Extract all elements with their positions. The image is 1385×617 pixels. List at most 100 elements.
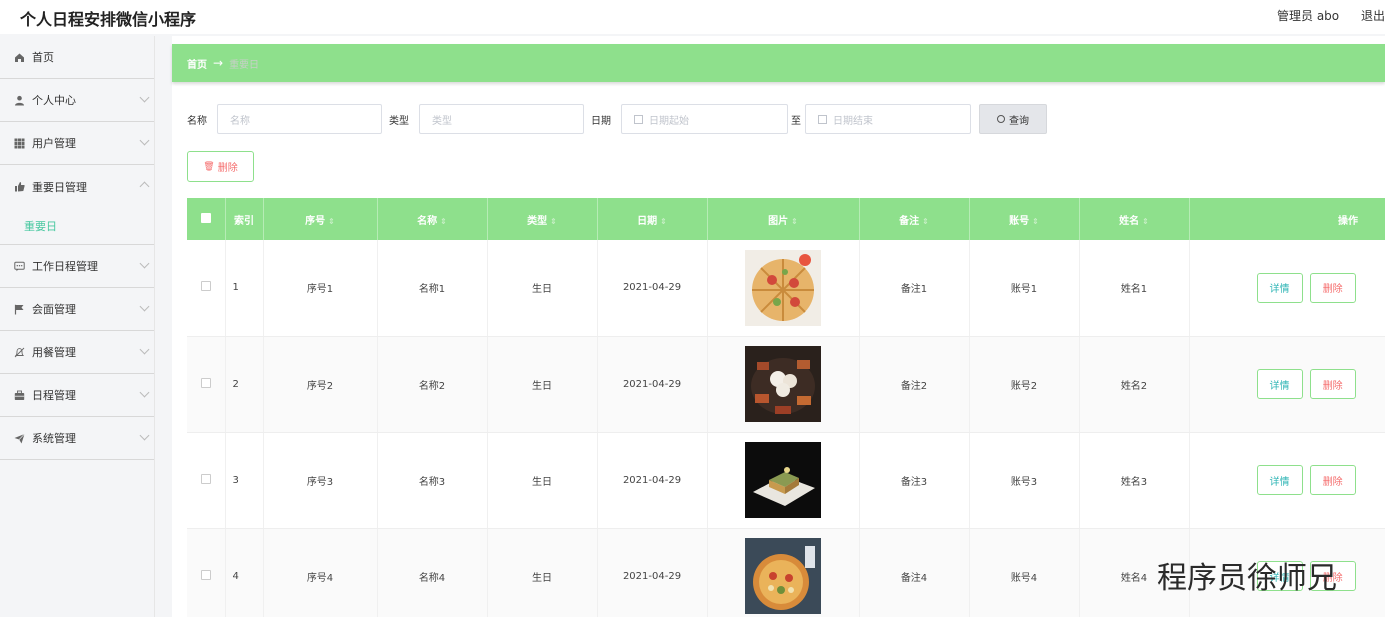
row-select-cell[interactable] bbox=[187, 336, 226, 433]
cell-seq: 序号2 bbox=[263, 336, 378, 433]
row-select-cell[interactable] bbox=[187, 528, 226, 617]
cell-name: 名称3 bbox=[377, 432, 488, 529]
sidebar-item-label: 首页 bbox=[32, 51, 54, 64]
header-label: 名称 bbox=[417, 215, 438, 227]
header-label: 备注 bbox=[899, 215, 920, 227]
header-label: 姓名 bbox=[1119, 215, 1140, 227]
sort-icon: ⇕ bbox=[922, 216, 929, 226]
cell-image bbox=[707, 336, 860, 433]
header-note[interactable]: 备注 ⇕ bbox=[859, 198, 970, 240]
grid-icon bbox=[12, 136, 26, 150]
search-form: 名称 名称 类型 类型 日期 日期起始 至 日期结束 查询 bbox=[187, 104, 1287, 134]
chevron-down-icon bbox=[139, 344, 150, 355]
row-checkbox[interactable] bbox=[200, 377, 211, 388]
sidebar-item-dining[interactable]: 用餐管理 bbox=[0, 331, 154, 374]
to-label: 至 bbox=[791, 116, 801, 127]
sidebar-item-label: 日程管理 bbox=[32, 389, 76, 402]
name-label: 名称 bbox=[187, 116, 207, 127]
header-date[interactable]: 日期 ⇕ bbox=[597, 198, 708, 240]
food-image[interactable] bbox=[745, 442, 821, 518]
header-seq[interactable]: 序号 ⇕ bbox=[263, 198, 378, 240]
briefcase-icon bbox=[12, 388, 26, 402]
sidebar-item-label: 个人中心 bbox=[32, 94, 76, 107]
chevron-down-icon bbox=[139, 92, 150, 103]
select-all-checkbox[interactable] bbox=[200, 212, 211, 223]
breadcrumb-home[interactable]: 首页 bbox=[187, 56, 207, 71]
cell-name: 名称2 bbox=[377, 336, 488, 433]
watermark: 程序员徐师兄 bbox=[1157, 561, 1337, 596]
header-type[interactable]: 类型 ⇕ bbox=[487, 198, 598, 240]
cell-note: 备注3 bbox=[859, 432, 970, 529]
header-account[interactable]: 账号 ⇕ bbox=[969, 198, 1080, 240]
sidebar-item-important-days[interactable]: 重要日管理 bbox=[0, 165, 154, 208]
query-button[interactable]: 查询 bbox=[979, 104, 1047, 134]
cell-date: 2021-04-29 bbox=[597, 528, 708, 617]
table-row: 1 序号1 名称1 生日 2021-04-29 备注1 账号1 姓名1 详情 删… bbox=[187, 240, 1385, 337]
breadcrumb: 首页 → 重要日 bbox=[172, 44, 1385, 82]
cell-account: 账号3 bbox=[969, 432, 1080, 529]
sidebar-item-user-management[interactable]: 用户管理 bbox=[0, 122, 154, 165]
cell-note: 备注4 bbox=[859, 528, 970, 617]
date-start-input[interactable]: 日期起始 bbox=[621, 104, 788, 134]
send-icon bbox=[12, 431, 26, 445]
name-input[interactable]: 名称 bbox=[217, 104, 382, 134]
type-input[interactable]: 类型 bbox=[419, 104, 584, 134]
sort-icon: ⇕ bbox=[660, 216, 667, 226]
food-image[interactable] bbox=[745, 538, 821, 614]
header-image[interactable]: 图片 ⇕ bbox=[707, 198, 860, 240]
sidebar-item-work-schedule[interactable]: 工作日程管理 bbox=[0, 245, 154, 288]
cell-seq: 序号4 bbox=[263, 528, 378, 617]
cell-actions: 详情 删除 bbox=[1189, 336, 1385, 433]
row-delete-button[interactable]: 删除 bbox=[1309, 272, 1356, 303]
query-button-label: 查询 bbox=[1009, 115, 1029, 127]
chevron-up-icon bbox=[139, 181, 150, 192]
sidebar-item-label: 工作日程管理 bbox=[32, 260, 98, 273]
row-checkbox[interactable] bbox=[200, 281, 211, 292]
sidebar-item-meeting[interactable]: 会面管理 bbox=[0, 288, 154, 331]
chevron-down-icon bbox=[139, 135, 150, 146]
cell-type: 生日 bbox=[487, 336, 598, 433]
row-checkbox[interactable] bbox=[200, 473, 211, 484]
table-row: 3 序号3 名称3 生日 2021-04-29 备注3 账号3 姓名3 详情 删… bbox=[187, 432, 1385, 529]
sidebar-item-system[interactable]: 系统管理 bbox=[0, 417, 154, 460]
row-select-cell[interactable] bbox=[187, 432, 226, 529]
cell-image bbox=[707, 528, 860, 617]
trash-icon: 🗑 bbox=[203, 161, 215, 172]
header-actions: 操作 bbox=[1189, 198, 1385, 240]
detail-button[interactable]: 详情 bbox=[1256, 272, 1303, 303]
cell-index: 1 bbox=[225, 240, 264, 337]
sidebar-item-home[interactable]: 首页 bbox=[0, 36, 154, 79]
select-all-cell[interactable] bbox=[187, 198, 226, 240]
bulk-delete-button[interactable]: 🗑 删除 bbox=[187, 151, 254, 182]
header-name[interactable]: 名称 ⇕ bbox=[377, 198, 488, 240]
home-icon bbox=[12, 50, 26, 64]
table-row: 2 序号2 名称2 生日 2021-04-29 备注2 账号2 姓名2 详情 删… bbox=[187, 336, 1385, 433]
detail-button[interactable]: 详情 bbox=[1256, 465, 1303, 495]
sidebar-item-schedule[interactable]: 日程管理 bbox=[0, 374, 154, 417]
row-delete-button[interactable]: 删除 bbox=[1309, 369, 1356, 399]
cell-actions: 详情 删除 bbox=[1189, 240, 1385, 337]
user-label[interactable]: 管理员 abo bbox=[1277, 9, 1339, 23]
header-label: 类型 bbox=[527, 215, 548, 227]
detail-button[interactable]: 详情 bbox=[1256, 369, 1303, 399]
row-select-cell[interactable] bbox=[187, 240, 226, 337]
logout-button[interactable]: 退出 bbox=[1361, 9, 1385, 23]
cell-note: 备注1 bbox=[859, 240, 970, 337]
food-image[interactable] bbox=[745, 249, 821, 326]
bulk-delete-label: 删除 bbox=[217, 163, 238, 174]
sidebar-item-personal-center[interactable]: 个人中心 bbox=[0, 79, 154, 122]
date-label: 日期 bbox=[591, 116, 611, 127]
header-label: 序号 bbox=[305, 215, 326, 227]
cell-date: 2021-04-29 bbox=[597, 240, 708, 337]
sidebar-item-label: 用餐管理 bbox=[32, 346, 76, 359]
date-end-input[interactable]: 日期结束 bbox=[805, 104, 971, 134]
header-person[interactable]: 姓名 ⇕ bbox=[1079, 198, 1190, 240]
date-end-placeholder: 日期结束 bbox=[833, 115, 873, 127]
row-checkbox[interactable] bbox=[200, 569, 211, 580]
table-header-row: 索引 序号 ⇕ 名称 ⇕ 类型 ⇕ 日期 ⇕ 图片 ⇕ 备注 ⇕ 账号 ⇕ 姓名 ⇕ 操作 bbox=[187, 198, 1385, 240]
row-delete-button[interactable]: 删除 bbox=[1309, 465, 1356, 495]
sidebar-item-label: 用户管理 bbox=[32, 137, 76, 150]
sidebar-subitem-important-day[interactable]: 重要日 bbox=[0, 208, 154, 245]
cell-account: 账号1 bbox=[969, 240, 1080, 337]
food-image[interactable] bbox=[745, 346, 821, 422]
